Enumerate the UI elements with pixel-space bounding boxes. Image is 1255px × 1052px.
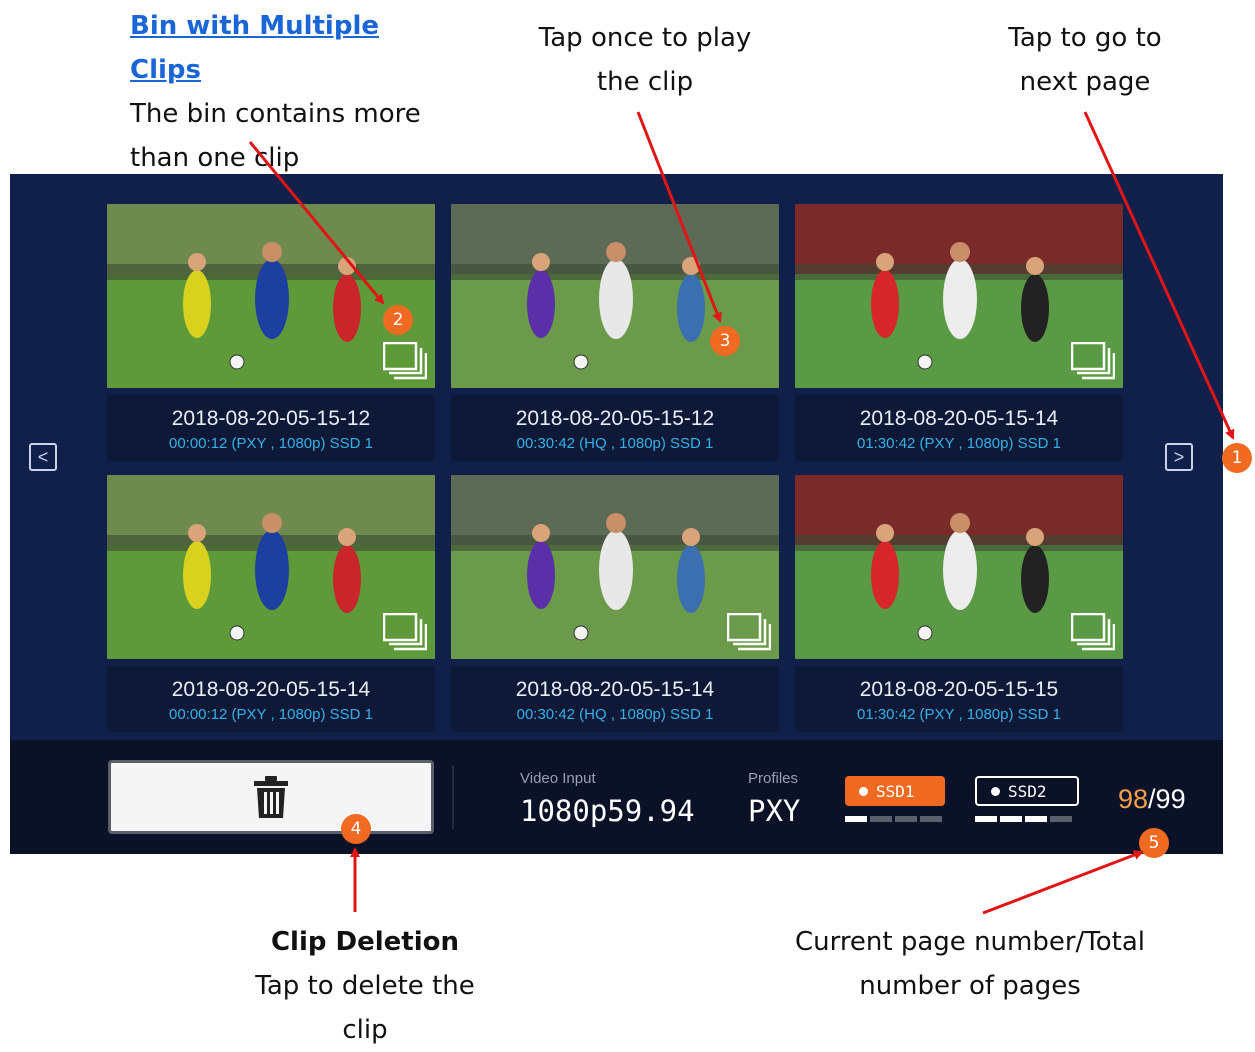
ssd2-record-dot-icon xyxy=(991,786,1000,796)
clip-thumbnail[interactable] xyxy=(451,475,779,659)
page-indicator: 98/99 xyxy=(1118,784,1186,815)
page-annotation-line1: Current page number/Total xyxy=(794,927,1146,957)
page-current: 98 xyxy=(1118,784,1149,814)
clip-meta: 2018-08-20-05-15-14 00:00:12 (PXY , 1080p… xyxy=(107,666,435,732)
ssd1-bar xyxy=(845,816,867,822)
clip-meta: 2018-08-20-05-15-14 01:30:42 (PXY , 1080p… xyxy=(795,395,1123,461)
clip-meta: 2018-08-20-05-15-12 00:00:12 (PXY , 1080p… xyxy=(107,395,435,461)
play-annotation: Tap once to play the clip xyxy=(500,16,790,104)
clip-thumbnail[interactable] xyxy=(107,475,435,659)
clip-info: 01:30:42 (PXY , 1080p) SSD 1 xyxy=(856,706,1062,723)
play-annotation-line2: the clip xyxy=(596,67,694,97)
multi-clip-stack-icon xyxy=(1071,613,1115,651)
clip-info: 01:30:42 (PXY , 1080p) SSD 1 xyxy=(856,435,1062,452)
next-page-button[interactable]: > xyxy=(1165,443,1193,471)
ssd2-bar xyxy=(975,816,997,822)
clip-meta: 2018-08-20-05-15-12 00:30:42 (HQ , 1080p)… xyxy=(451,395,779,461)
delete-annotation-line1: Tap to delete the clip xyxy=(255,971,475,1045)
bin-annotation-line1: The bin contains more xyxy=(130,99,421,129)
chevron-right-icon: > xyxy=(1173,446,1185,467)
status-divider xyxy=(452,765,454,829)
bin-annotation-title[interactable]: Bin with Multiple Clips xyxy=(130,4,450,92)
video-input-value: 1080p59.94 xyxy=(520,794,695,828)
ssd1-badge[interactable]: SSD1 xyxy=(845,776,945,806)
clip-meta: 2018-08-20-05-15-14 00:30:42 (HQ , 1080p)… xyxy=(451,666,779,732)
ssd2-label: SSD2 xyxy=(1008,781,1047,801)
marker-3: 3 xyxy=(710,326,740,356)
chevron-left-icon: < xyxy=(37,446,49,467)
page-total: /99 xyxy=(1148,784,1186,814)
bin-annotation: Bin with Multiple Clips The bin contains… xyxy=(130,4,450,180)
delete-annotation: Clip Deletion Tap to delete the clip xyxy=(230,920,500,1052)
ssd1-bar xyxy=(920,816,942,822)
ssd1-label: SSD1 xyxy=(876,781,915,801)
video-input-label: Video Input xyxy=(520,770,596,787)
clip-name: 2018-08-20-05-15-12 xyxy=(171,407,371,430)
marker-2: 2 xyxy=(383,305,413,335)
ssd2-capacity-bars xyxy=(975,816,1072,822)
multi-clip-stack-icon xyxy=(727,613,771,651)
next-annotation-line2: next page xyxy=(1019,67,1151,97)
clip-name: 2018-08-20-05-15-14 xyxy=(859,407,1059,430)
multi-clip-stack-icon xyxy=(383,613,427,651)
trash-icon xyxy=(254,776,288,818)
delete-annotation-title: Clip Deletion xyxy=(270,927,460,957)
ssd2-badge[interactable]: SSD2 xyxy=(975,776,1079,806)
ssd2-bar xyxy=(1050,816,1072,822)
ssd2-bar xyxy=(1025,816,1047,822)
ssd1-bar xyxy=(895,816,917,822)
ssd2-bar xyxy=(1000,816,1022,822)
clip-info: 00:00:12 (PXY , 1080p) SSD 1 xyxy=(168,435,374,452)
delete-clip-button[interactable] xyxy=(108,760,434,834)
clip-name: 2018-08-20-05-15-14 xyxy=(515,678,715,701)
clip-info: 00:30:42 (HQ , 1080p) SSD 1 xyxy=(516,706,714,723)
marker-5: 5 xyxy=(1139,828,1169,858)
clip-info: 00:30:42 (HQ , 1080p) SSD 1 xyxy=(516,435,714,452)
arrow-to-marker-5 xyxy=(982,850,1144,915)
ssd1-capacity-bars xyxy=(845,816,942,822)
clip-info: 00:00:12 (PXY , 1080p) SSD 1 xyxy=(168,706,374,723)
profiles-value: PXY xyxy=(748,794,801,828)
next-annotation-line1: Tap to go to xyxy=(1008,23,1162,53)
next-annotation: Tap to go to next page xyxy=(975,16,1195,104)
marker-4: 4 xyxy=(341,814,371,844)
clip-name: 2018-08-20-05-15-15 xyxy=(859,678,1059,701)
profiles-label: Profiles xyxy=(748,770,799,787)
multi-clip-stack-icon xyxy=(383,342,427,380)
page-annotation: Current page number/Total number of page… xyxy=(760,920,1180,1008)
clip-thumbnail[interactable] xyxy=(795,475,1123,659)
prev-page-button[interactable]: < xyxy=(29,443,57,471)
clip-thumbnail[interactable] xyxy=(795,204,1123,388)
marker-1: 1 xyxy=(1222,443,1252,473)
multi-clip-stack-icon xyxy=(1071,342,1115,380)
page-annotation-line2: number of pages xyxy=(859,971,1081,1001)
play-annotation-line1: Tap once to play xyxy=(538,23,752,53)
ssd1-bar xyxy=(870,816,892,822)
ssd1-record-dot-icon xyxy=(859,786,868,796)
clip-thumbnail[interactable] xyxy=(451,204,779,388)
clip-meta: 2018-08-20-05-15-15 01:30:42 (PXY , 1080p… xyxy=(795,666,1123,732)
clip-thumbnail[interactable] xyxy=(107,204,435,388)
clip-name: 2018-08-20-05-15-14 xyxy=(171,678,371,701)
clip-name: 2018-08-20-05-15-12 xyxy=(515,407,715,430)
